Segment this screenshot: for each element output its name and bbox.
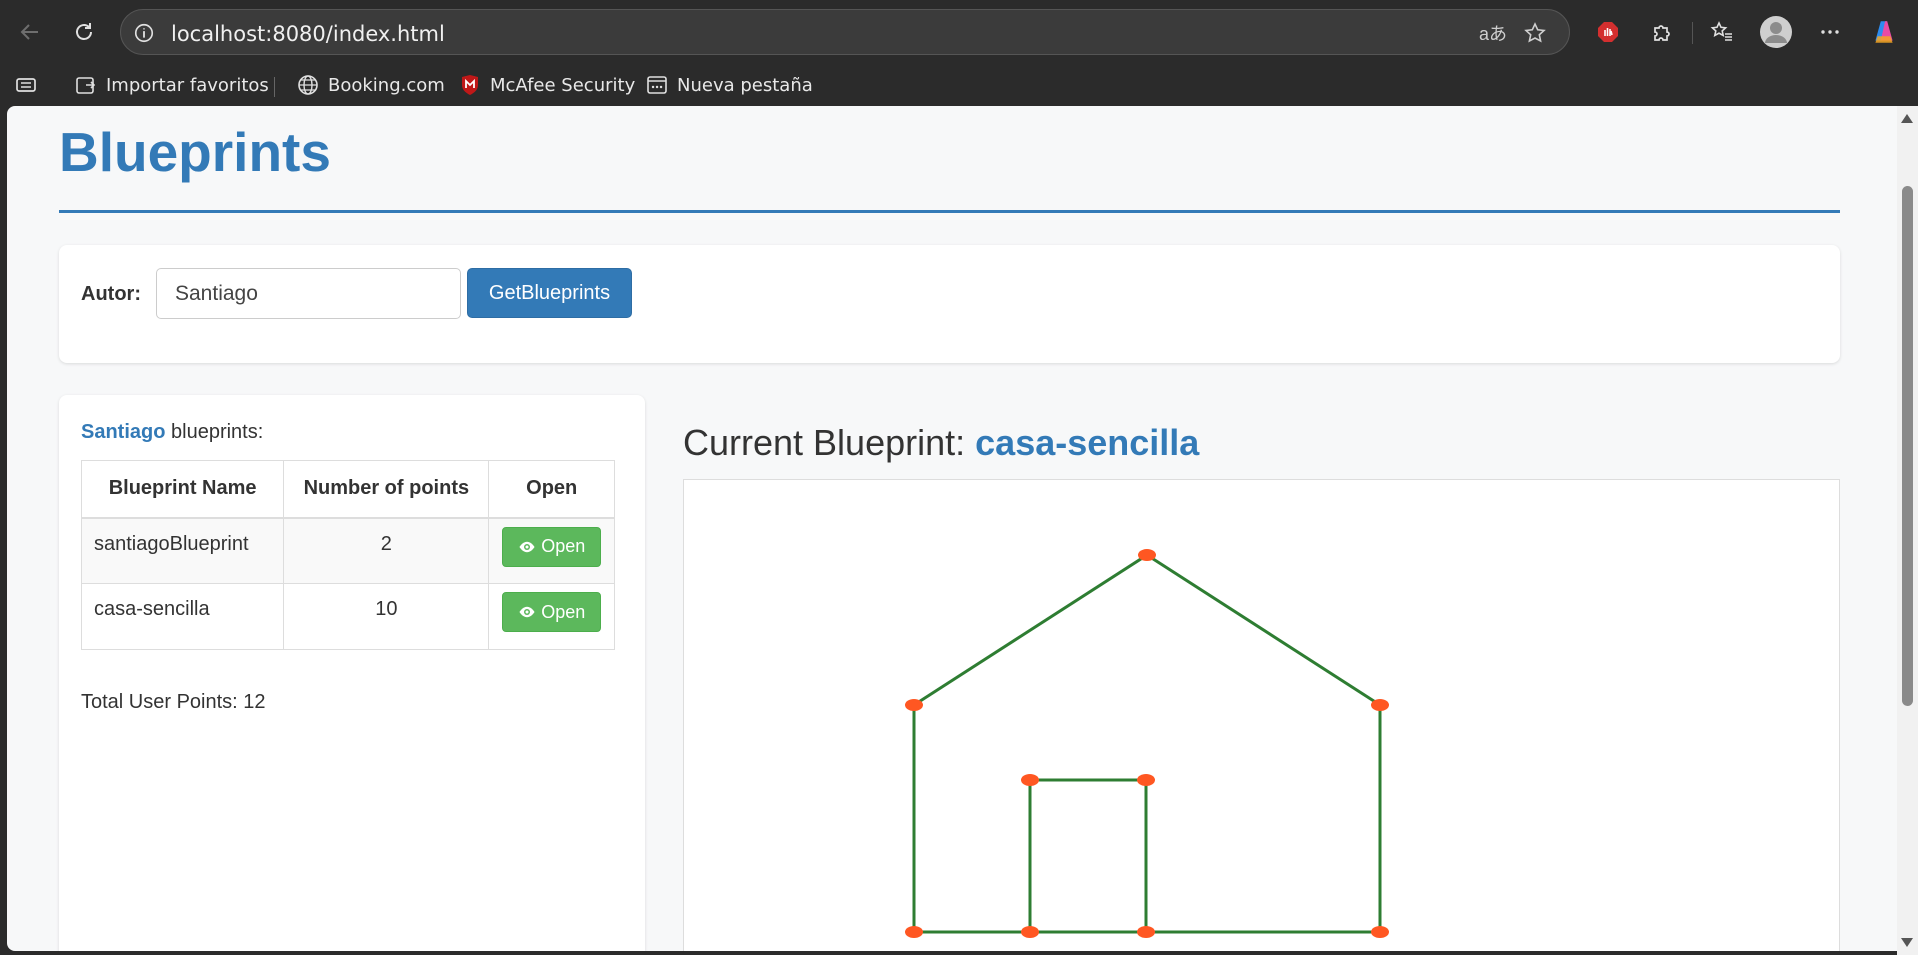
author-label: Autor: bbox=[81, 283, 141, 305]
selected-author-name: Santiago bbox=[81, 421, 166, 443]
reload-button[interactable] bbox=[64, 12, 104, 52]
favorites-button[interactable] bbox=[1702, 12, 1742, 52]
favorites-list-icon bbox=[1710, 21, 1732, 41]
globe-icon bbox=[298, 75, 318, 95]
bookmarks-bar: Importar favoritos Booking.com McAfee Se… bbox=[0, 64, 1918, 106]
eye-icon bbox=[519, 541, 535, 552]
column-header-open: Open bbox=[488, 460, 615, 519]
blueprint-point bbox=[1138, 549, 1156, 561]
list-heading-suffix: blueprints: bbox=[171, 421, 264, 443]
adblock-extension-button[interactable] bbox=[1588, 12, 1628, 52]
copilot-button[interactable] bbox=[1864, 12, 1904, 52]
back-arrow-icon bbox=[20, 24, 38, 40]
scroll-up-arrow[interactable] bbox=[1901, 114, 1913, 123]
tab-actions-icon[interactable] bbox=[14, 72, 38, 98]
open-blueprint-button[interactable]: Open bbox=[502, 526, 602, 567]
blueprint-drawing bbox=[905, 549, 1389, 938]
site-info-icon[interactable] bbox=[131, 20, 157, 46]
blueprint-point bbox=[1137, 774, 1155, 786]
blueprint-point bbox=[1371, 699, 1389, 711]
open-blueprint-button[interactable]: Open bbox=[502, 592, 602, 632]
new-tab-icon bbox=[647, 76, 667, 94]
scroll-down-arrow[interactable] bbox=[1901, 938, 1913, 947]
address-bar[interactable]: localhost:8080/index.html aあ bbox=[120, 9, 1570, 55]
open-button-label: Open bbox=[541, 601, 586, 622]
toolbar-divider bbox=[1692, 22, 1693, 44]
blueprint-point bbox=[1137, 926, 1155, 938]
bookmark-label: McAfee Security bbox=[490, 74, 636, 96]
blueprints-list-panel: Santiago blueprints: Blueprint Name Numb… bbox=[59, 395, 645, 951]
blueprint-point bbox=[905, 926, 923, 938]
table-row: santiagoBlueprint 2 Open bbox=[80, 517, 615, 584]
total-user-points: Total User Points: 12 bbox=[81, 691, 266, 713]
list-heading: Santiago blueprints: bbox=[81, 421, 263, 444]
favorite-star-icon[interactable] bbox=[1521, 19, 1549, 47]
blueprints-table: Blueprint Name Number of points Open san… bbox=[80, 460, 615, 650]
bookmark-mcafee[interactable]: McAfee Security bbox=[458, 72, 635, 98]
bookmark-new-tab[interactable]: Nueva pestaña bbox=[645, 72, 813, 98]
copilot-icon bbox=[1875, 21, 1893, 43]
blueprint-point bbox=[1021, 926, 1039, 938]
author-input[interactable] bbox=[156, 268, 461, 319]
stop-hand-icon bbox=[1598, 22, 1618, 42]
profile-button[interactable] bbox=[1756, 12, 1796, 52]
points-cell: 10 bbox=[283, 583, 490, 650]
get-blueprints-button[interactable]: GetBlueprints bbox=[467, 268, 632, 318]
blueprint-canvas[interactable] bbox=[683, 479, 1840, 951]
column-header-name: Blueprint Name bbox=[80, 460, 285, 519]
more-dots-icon bbox=[1821, 30, 1839, 34]
current-blueprint-name: casa-sencilla bbox=[975, 422, 1200, 463]
blueprint-segment bbox=[913, 553, 1148, 707]
reload-icon bbox=[76, 23, 92, 40]
import-favorites-icon bbox=[76, 77, 96, 94]
blueprint-point bbox=[1021, 774, 1039, 786]
current-blueprint-heading: Current Blueprint: casa-sencilla bbox=[683, 422, 1199, 464]
translate-icon[interactable]: aあ bbox=[1479, 19, 1507, 47]
title-divider bbox=[59, 210, 1840, 213]
url-text[interactable]: localhost:8080/index.html bbox=[171, 22, 445, 46]
open-button-label: Open bbox=[541, 536, 586, 556]
eye-icon bbox=[519, 606, 535, 618]
puzzle-icon bbox=[1654, 25, 1670, 41]
blueprint-point bbox=[1371, 926, 1389, 938]
points-cell: 2 bbox=[283, 517, 490, 584]
table-header-row: Blueprint Name Number of points Open bbox=[80, 460, 615, 519]
current-blueprint-label: Current Blueprint: bbox=[683, 422, 966, 463]
bookmarks-divider bbox=[274, 77, 275, 97]
author-search-panel: Autor: GetBlueprints bbox=[59, 245, 1840, 363]
column-header-points: Number of points bbox=[283, 460, 490, 519]
page-viewport: Blueprints Autor: GetBlueprints Santiago… bbox=[7, 106, 1897, 951]
blueprint-point bbox=[905, 699, 923, 711]
avatar-icon bbox=[1760, 16, 1792, 48]
bookmark-import-favorites[interactable]: Importar favoritos bbox=[74, 72, 269, 98]
blueprint-name-cell: casa-sencilla bbox=[80, 583, 285, 650]
page-title: Blueprints bbox=[59, 121, 331, 183]
bookmark-label: Importar favoritos bbox=[106, 74, 269, 96]
mcafee-shield-icon bbox=[462, 75, 478, 95]
browser-toolbar: localhost:8080/index.html aあ bbox=[0, 0, 1918, 64]
open-cell: Open bbox=[488, 583, 615, 650]
page-scrollbar[interactable] bbox=[1897, 106, 1918, 955]
open-cell: Open bbox=[488, 517, 615, 584]
back-button[interactable] bbox=[10, 12, 50, 52]
bookmark-label: Booking.com bbox=[328, 74, 445, 96]
table-row: casa-sencilla 10 Open bbox=[80, 583, 615, 650]
bookmark-label: Nueva pestaña bbox=[677, 74, 813, 96]
blueprint-name-cell: santiagoBlueprint bbox=[80, 517, 285, 584]
scrollbar-thumb[interactable] bbox=[1902, 186, 1913, 706]
bookmark-booking[interactable]: Booking.com bbox=[296, 72, 445, 98]
extensions-button[interactable] bbox=[1642, 12, 1682, 52]
blueprint-segment bbox=[1146, 553, 1381, 707]
more-menu-button[interactable] bbox=[1810, 12, 1850, 52]
browser-chrome: localhost:8080/index.html aあ Importar fa… bbox=[0, 0, 1918, 106]
